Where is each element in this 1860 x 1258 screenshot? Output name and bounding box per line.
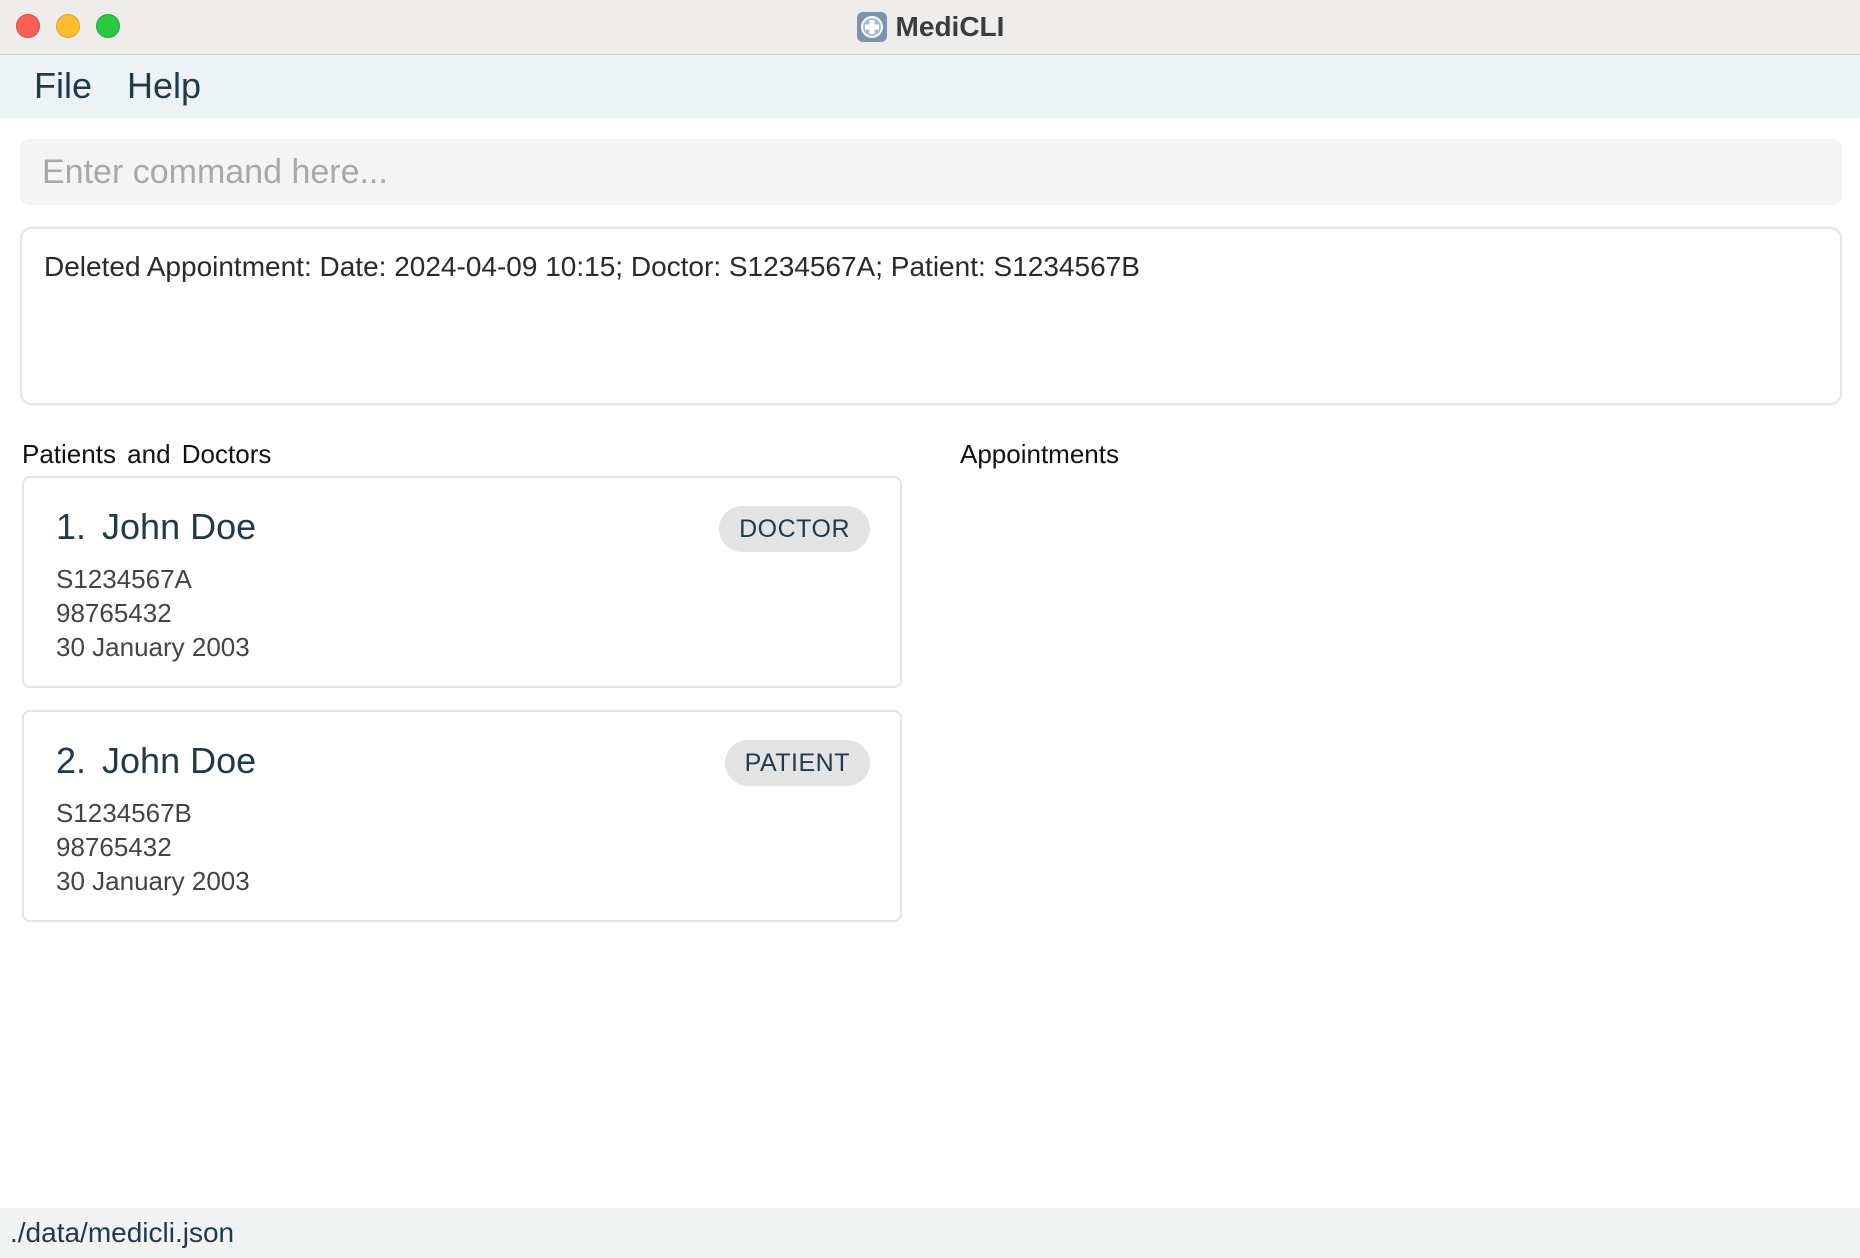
medical-cross-icon: [856, 11, 888, 43]
menu-file[interactable]: File: [34, 65, 92, 107]
person-index: 2.: [56, 740, 87, 781]
person-nric: S1234567B: [56, 798, 192, 828]
person-type-badge: PATIENT: [724, 740, 870, 786]
person-name-line: 2. John Doe: [56, 740, 256, 782]
appointments-panel-title: Appointments: [960, 439, 1119, 469]
data-file-path: ./data/medicli.json: [10, 1217, 235, 1248]
person-phone: 98765432: [56, 832, 172, 862]
command-input[interactable]: [20, 139, 1842, 205]
window-title-group: MediCLI: [0, 0, 1860, 54]
status-bar: ./data/medicli.json: [0, 1208, 1860, 1258]
person-type-badge: DOCTOR: [719, 506, 870, 552]
person-dob: 30 January 2003: [56, 632, 250, 662]
result-message: Deleted Appointment: Date: 2024-04-09 10…: [44, 251, 1140, 282]
persons-panel-title: Patients and Doctors: [22, 439, 272, 469]
person-card[interactable]: 2. John Doe PATIENT S1234567B 98765432 30…: [22, 710, 902, 922]
person-name: John Doe: [102, 740, 257, 781]
person-name-line: 1. John Doe: [56, 506, 256, 548]
person-index: 1.: [56, 506, 87, 547]
person-name: John Doe: [102, 506, 257, 547]
result-display: Deleted Appointment: Date: 2024-04-09 10…: [20, 227, 1842, 405]
person-nric: S1234567A: [56, 564, 192, 594]
window-title: MediCLI: [895, 11, 1005, 42]
menu-bar: File Help: [0, 55, 1860, 118]
person-dob: 30 January 2003: [56, 866, 250, 896]
title-bar: MediCLI: [0, 0, 1860, 55]
menu-help[interactable]: Help: [127, 65, 201, 107]
person-phone: 98765432: [56, 598, 172, 628]
appointments-list[interactable]: [960, 476, 1840, 1176]
person-card[interactable]: 1. John Doe DOCTOR S1234567A 98765432 30 …: [22, 476, 902, 688]
